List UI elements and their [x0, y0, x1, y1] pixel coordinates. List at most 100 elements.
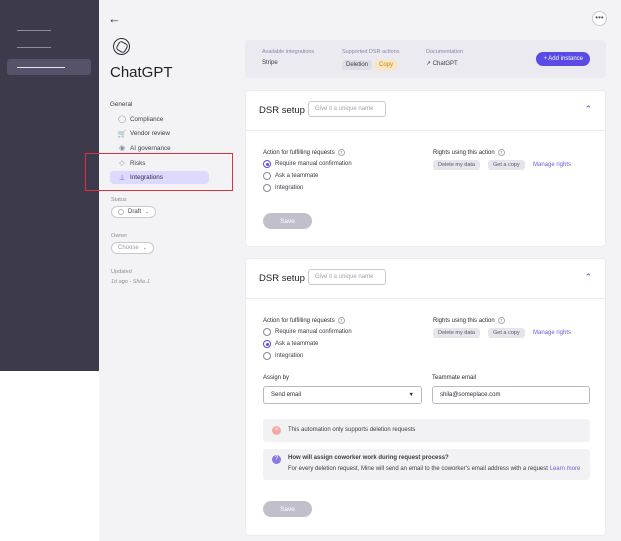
owner-select[interactable]: Choose ⌄ — [111, 242, 154, 254]
radio-icon — [263, 340, 271, 348]
radio-icon — [263, 328, 271, 336]
option-label: Ask a teammate — [275, 173, 319, 179]
nav-item-label: Compliance — [130, 115, 164, 123]
radio-icon — [263, 352, 271, 360]
assign-by-label: Assign by — [263, 375, 290, 381]
integration-info-card: Available integrations Stripe Supported … — [245, 40, 606, 78]
option-label: Integration — [275, 185, 304, 191]
divider — [246, 130, 605, 131]
dropdown-arrow-icon: ▼ — [408, 392, 414, 398]
status-label: Status — [111, 197, 127, 203]
save-button[interactable]: Save — [263, 213, 312, 229]
note-title: How will assign coworker work during req… — [288, 455, 449, 461]
assign-help-note: ? How will assign coworker work during r… — [263, 449, 590, 480]
nav-item-label: Risks — [130, 159, 146, 167]
right-chip-delete: Delete my data — [433, 328, 480, 338]
card-header: DSR setup — [259, 273, 305, 284]
status-value: Draft — [128, 209, 142, 215]
dsr-setup-card: DSR setup Give it a unique name ⌃ Action… — [245, 90, 606, 247]
help-icon[interactable]: ? — [497, 317, 505, 324]
nav-item-integrations[interactable]: ⊥ Integrations — [110, 171, 209, 185]
updated-value: 1d ago - Shila J. — [111, 279, 151, 285]
back-arrow-icon[interactable]: ← — [108, 11, 121, 26]
rights-label: Rights using this action? — [433, 149, 505, 156]
documentation-link-text: ChatGPT — [432, 61, 458, 67]
dsr-setup-card: DSR setup Give it a unique name ⌃ Action… — [245, 258, 606, 536]
nav-item-ai-governance[interactable]: ◉ AI governance — [110, 141, 210, 156]
sidebar-placeholder-line — [17, 67, 65, 68]
rail-footer-blank — [0, 371, 99, 541]
option-teammate[interactable]: Ask a teammate — [263, 340, 318, 348]
assign-by-select[interactable]: Send email ▼ — [263, 386, 422, 404]
option-integration[interactable]: Integration — [263, 352, 303, 360]
deletion-only-note: × This automation only supports deletion… — [263, 419, 590, 442]
collapse-chevron-icon[interactable]: ⌃ — [584, 104, 592, 115]
sidebar-placeholder-line[interactable] — [17, 30, 51, 31]
nav-item-compliance[interactable]: ◯ Compliance — [110, 112, 210, 127]
documentation-link[interactable]: ↗ ChatGPT — [426, 60, 463, 67]
sidebar-selected-item[interactable] — [7, 59, 91, 75]
owner-value: Choose — [118, 245, 139, 251]
deletion-tag: Deletion — [342, 60, 373, 70]
nav-item-label: Vendor review — [130, 130, 170, 138]
nav-item-risks[interactable]: ◇ Risks — [110, 156, 210, 171]
option-teammate[interactable]: Ask a teammate — [263, 172, 318, 180]
copy-tag: Copy — [375, 60, 398, 70]
option-integration[interactable]: Integration — [263, 184, 303, 192]
manage-rights-link[interactable]: Manage rights — [533, 330, 571, 336]
nav-item-vendor-review[interactable]: 🛒 Vendor review — [110, 126, 210, 141]
check-circle-icon: ◯ — [118, 116, 126, 124]
supported-label: Supported DSR actions — [342, 49, 400, 55]
available-label: Available integrations — [262, 49, 315, 55]
status-select[interactable]: Draft ⌄ — [111, 206, 157, 218]
action-label-text: Action for fulfilling requests — [263, 150, 335, 156]
manage-rights-link[interactable]: Manage rights — [533, 162, 571, 168]
right-chip-delete: Delete my data — [433, 160, 480, 170]
option-label: Integration — [275, 353, 304, 359]
radio-icon — [263, 160, 271, 168]
note-text: This automation only supports deletion r… — [288, 427, 416, 433]
assign-by-value: Send email — [271, 392, 302, 398]
eye-icon: ◉ — [118, 145, 126, 153]
owner-label: Owner — [111, 233, 128, 239]
instance-name-input[interactable]: Give it a unique name — [308, 269, 386, 285]
learn-more-link[interactable]: Learn more — [550, 466, 581, 472]
teammate-email-input[interactable]: shila@someplace.com — [432, 386, 590, 404]
option-label: Require manual confirmation — [275, 329, 352, 335]
collapse-chevron-icon[interactable]: ⌃ — [584, 272, 592, 283]
plug-icon: ⊥ — [118, 174, 126, 182]
right-chip-copy: Get a copy — [488, 160, 525, 170]
app-sidebar — [0, 0, 99, 371]
nav-item-label: AI governance — [130, 144, 171, 152]
help-icon[interactable]: ? — [497, 149, 505, 156]
option-label: Require manual confirmation — [275, 161, 352, 167]
divider — [246, 298, 605, 299]
add-instance-button[interactable]: + Add instance — [536, 52, 590, 66]
nav-item-label: Integrations — [130, 174, 163, 182]
help-icon[interactable]: ? — [337, 149, 345, 156]
instance-name-input[interactable]: Give it a unique name — [308, 101, 386, 117]
option-manual[interactable]: Require manual confirmation — [263, 160, 352, 168]
right-chip-copy: Get a copy — [488, 328, 525, 338]
sidebar-placeholder-line[interactable] — [17, 47, 51, 48]
page-title: ChatGPT — [110, 64, 173, 81]
error-icon: × — [272, 426, 281, 435]
radio-icon — [263, 184, 271, 192]
teammate-email-label: Teammate email — [432, 375, 477, 381]
save-button[interactable]: Save — [263, 501, 312, 517]
option-manual[interactable]: Require manual confirmation — [263, 328, 352, 336]
section-nav: General ◯ Compliance 🛒 Vendor review ◉ AI g… — [110, 97, 210, 185]
note-body: For every deletion request, Mine will se… — [288, 466, 580, 472]
chevron-down-icon: ⌄ — [142, 245, 147, 251]
action-label: Action for fulfilling requests? — [263, 149, 345, 156]
question-icon: ? — [272, 455, 281, 464]
help-icon[interactable]: ? — [337, 317, 345, 324]
chevron-down-icon: ⌄ — [145, 209, 150, 215]
shield-icon: ◇ — [119, 160, 125, 168]
more-options-icon[interactable]: ••• — [592, 11, 607, 26]
cart-icon: 🛒 — [117, 130, 127, 138]
chatgpt-logo-icon — [113, 38, 130, 55]
nav-general[interactable]: General — [110, 97, 210, 112]
card-header: DSR setup — [259, 105, 305, 116]
rights-label: Rights using this action? — [433, 317, 505, 324]
